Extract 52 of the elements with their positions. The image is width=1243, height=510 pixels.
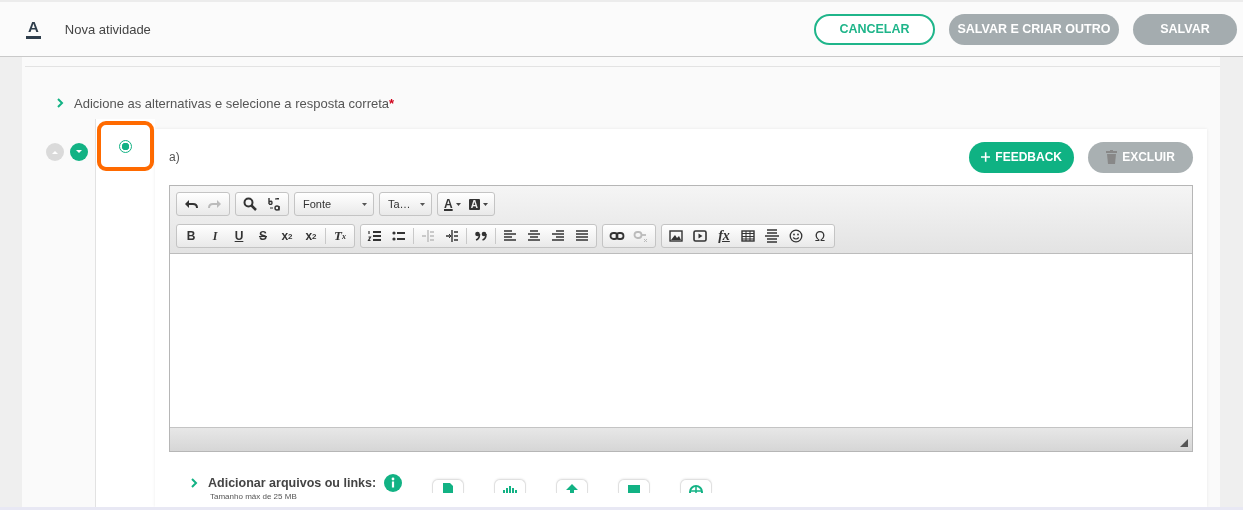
special-character-button[interactable]: Ω <box>808 226 832 246</box>
globe-button[interactable] <box>680 479 713 493</box>
font-dropdown[interactable]: Fonte <box>294 192 374 216</box>
outdent-icon <box>420 228 436 244</box>
alternative-label: a) <box>169 150 180 164</box>
file-button[interactable] <box>432 479 465 493</box>
letter-logo: A <box>26 19 41 39</box>
numbered-list-icon <box>367 228 383 244</box>
move-down-button[interactable] <box>70 143 88 161</box>
align-right-icon <box>550 228 566 244</box>
attachments-title: Adicionar arquivos ou links: <box>208 476 377 490</box>
strikethrough-button[interactable]: S <box>251 226 275 246</box>
formula-button[interactable]: fx <box>712 226 736 246</box>
caret-icon <box>362 202 367 206</box>
justify-icon <box>574 228 590 244</box>
info-icon[interactable] <box>384 474 403 492</box>
image-icon <box>668 228 684 244</box>
plus-icon <box>981 151 991 163</box>
underline-button[interactable]: U <box>227 226 251 246</box>
text-color-button[interactable]: A <box>440 194 465 214</box>
horizontal-line-icon <box>764 228 780 244</box>
page-title: Nova atividade <box>64 21 151 37</box>
caret-icon <box>482 202 488 206</box>
resize-handle-icon[interactable] <box>1180 439 1188 447</box>
trash-icon <box>1106 150 1118 164</box>
size-dropdown[interactable]: Ta… <box>379 192 432 216</box>
caret-icon <box>455 202 461 206</box>
superscript-button[interactable]: x$^{2}$ <box>299 226 323 246</box>
radio-button[interactable] <box>119 139 132 153</box>
caret-icon <box>420 202 425 206</box>
upload-button[interactable] <box>556 479 589 493</box>
align-center-icon <box>526 228 542 244</box>
background-color-button[interactable]: A <box>464 194 492 214</box>
caret-up-icon <box>51 149 59 155</box>
chevron-icon[interactable] <box>56 97 64 109</box>
smiley-icon <box>788 228 804 244</box>
align-left-icon <box>502 228 518 244</box>
section-title: Adicione as alternativas e selecione a resposta correta <box>74 95 390 111</box>
replace-icon <box>266 196 282 212</box>
caret-down-icon <box>75 149 83 155</box>
video-icon <box>692 228 708 244</box>
unlink-icon <box>633 228 649 244</box>
required-mark: * <box>389 95 395 111</box>
italic-button[interactable]: I <box>203 226 227 246</box>
sound-wave-button[interactable] <box>494 479 527 493</box>
size-limit-text: Tamanho máx de 25 MB <box>210 492 298 501</box>
chevron-icon[interactable] <box>190 477 198 489</box>
search-icon <box>242 196 258 212</box>
table-icon <box>740 228 756 244</box>
indent-icon <box>444 228 460 244</box>
upload-icon <box>564 481 581 493</box>
bold-button[interactable]: B <box>179 226 203 246</box>
